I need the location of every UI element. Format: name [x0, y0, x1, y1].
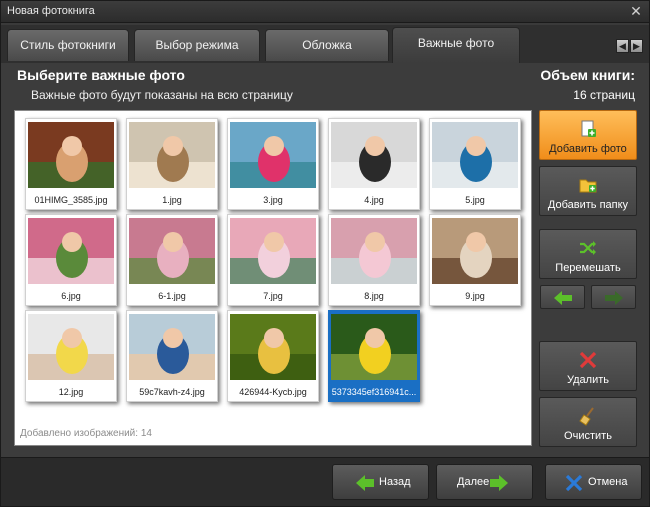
tab-scroll-left-icon[interactable]: ◀ [616, 39, 629, 53]
photo-caption: 4.jpg [364, 195, 384, 205]
arrow-left-icon [356, 475, 374, 491]
photo-thumbnail[interactable]: 8.jpg [328, 214, 420, 306]
clear-button[interactable]: Очистить [539, 397, 637, 447]
back-label: Назад [379, 476, 411, 488]
photo-caption: 5373345ef316941c... [331, 387, 417, 397]
photo-image [28, 122, 114, 188]
photo-image [129, 218, 215, 284]
window-title: Новая фотокнига [7, 5, 95, 17]
photo-thumbnail[interactable]: 9.jpg [429, 214, 521, 306]
photo-image [331, 122, 417, 188]
clear-label: Очистить [564, 430, 612, 442]
photo-thumbnail[interactable]: 5.jpg [429, 118, 521, 210]
add-photo-label: Добавить фото [549, 143, 627, 155]
photobook-window: Новая фотокнига ✕ Стиль фотокниги Выбор … [0, 0, 650, 507]
next-label: Далее [457, 476, 490, 488]
add-photo-icon [581, 120, 596, 137]
add-folder-label: Добавить папку [547, 199, 629, 211]
close-icon[interactable]: ✕ [629, 3, 643, 19]
photo-image [129, 314, 215, 380]
photo-image [129, 122, 215, 188]
title-bar: Новая фотокнига ✕ [1, 1, 649, 23]
photo-thumbnail[interactable]: 7.jpg [227, 214, 319, 306]
book-volume-label: Объем книги: [540, 67, 635, 83]
photo-caption: 7.jpg [263, 291, 283, 301]
photo-thumbnail[interactable]: 426944-Kycb.jpg [227, 310, 319, 402]
photo-image [28, 314, 114, 380]
footer-bar: Назад Далее Отмена [1, 457, 649, 506]
cancel-button[interactable]: Отмена [545, 464, 642, 500]
shuffle-label: Перемешать [555, 262, 621, 274]
photo-thumbnail[interactable]: 3.jpg [227, 118, 319, 210]
tab-bar: Стиль фотокниги Выбор режима Обложка Важ… [1, 25, 649, 63]
cancel-label: Отмена [588, 476, 628, 488]
delete-icon [579, 351, 597, 369]
photo-image [432, 122, 518, 188]
cancel-icon [565, 474, 583, 492]
photo-caption: 6-1.jpg [158, 291, 186, 301]
arrow-left-icon [554, 291, 572, 305]
photo-caption: 1.jpg [162, 195, 182, 205]
photo-caption: 5.jpg [465, 195, 485, 205]
photo-caption: 01HIMG_3585.jpg [34, 195, 108, 205]
photo-grid[interactable]: Добавлено изображений: 14 01HIMG_3585.jp… [14, 110, 532, 446]
photo-thumbnail[interactable]: 12.jpg [25, 310, 117, 402]
photo-caption: 6.jpg [61, 291, 81, 301]
tab-scroll-right-icon[interactable]: ▶ [630, 39, 643, 53]
photo-caption: 8.jpg [364, 291, 384, 301]
move-right-button[interactable] [591, 285, 636, 309]
photo-image [331, 314, 417, 380]
added-count: Добавлено изображений: 14 [20, 428, 152, 439]
shuffle-icon [580, 241, 596, 255]
main-content: Выберите важные фото Важные фото будут п… [1, 63, 649, 457]
photo-caption: 9.jpg [465, 291, 485, 301]
photo-image [230, 218, 316, 284]
photo-caption: 426944-Kycb.jpg [239, 387, 307, 397]
photo-thumbnail[interactable]: 59c7kavh-z4.jpg [126, 310, 218, 402]
move-left-button[interactable] [540, 285, 585, 309]
photo-caption: 59c7kavh-z4.jpg [139, 387, 205, 397]
book-volume-value: 16 страниц [573, 88, 635, 102]
page-subtitle: Важные фото будут показаны на всю страни… [31, 88, 293, 102]
photo-caption: 3.jpg [263, 195, 283, 205]
photo-caption: 12.jpg [58, 387, 84, 397]
next-button[interactable]: Далее [436, 464, 533, 500]
photo-thumbnail[interactable]: 01HIMG_3585.jpg [25, 118, 117, 210]
back-button[interactable]: Назад [332, 464, 429, 500]
tab-important-photos[interactable]: Важные фото [392, 27, 520, 63]
photo-thumbnail[interactable]: 1.jpg [126, 118, 218, 210]
photo-thumbnail[interactable]: 6-1.jpg [126, 214, 218, 306]
shuffle-button[interactable]: Перемешать [539, 229, 637, 279]
photo-image [331, 218, 417, 284]
tab-mode-select[interactable]: Выбор режима [134, 29, 260, 61]
broom-icon [579, 407, 594, 426]
add-photo-button[interactable]: Добавить фото [539, 110, 637, 160]
photo-image [28, 218, 114, 284]
delete-label: Удалить [567, 374, 609, 386]
arrow-right-icon [490, 475, 508, 491]
add-folder-icon [579, 179, 597, 193]
page-title: Выберите важные фото [17, 67, 185, 83]
photo-thumbnail[interactable]: 6.jpg [25, 214, 117, 306]
photo-thumbnail[interactable]: 4.jpg [328, 118, 420, 210]
photo-image [230, 314, 316, 380]
photo-image [230, 122, 316, 188]
photo-thumbnail[interactable]: 5373345ef316941c... [328, 310, 420, 402]
arrow-right-icon [605, 291, 623, 305]
delete-button[interactable]: Удалить [539, 341, 637, 391]
photo-image [432, 218, 518, 284]
add-folder-button[interactable]: Добавить папку [539, 166, 637, 216]
tab-cover[interactable]: Обложка [265, 29, 389, 61]
tab-photobook-style[interactable]: Стиль фотокниги [7, 29, 129, 61]
